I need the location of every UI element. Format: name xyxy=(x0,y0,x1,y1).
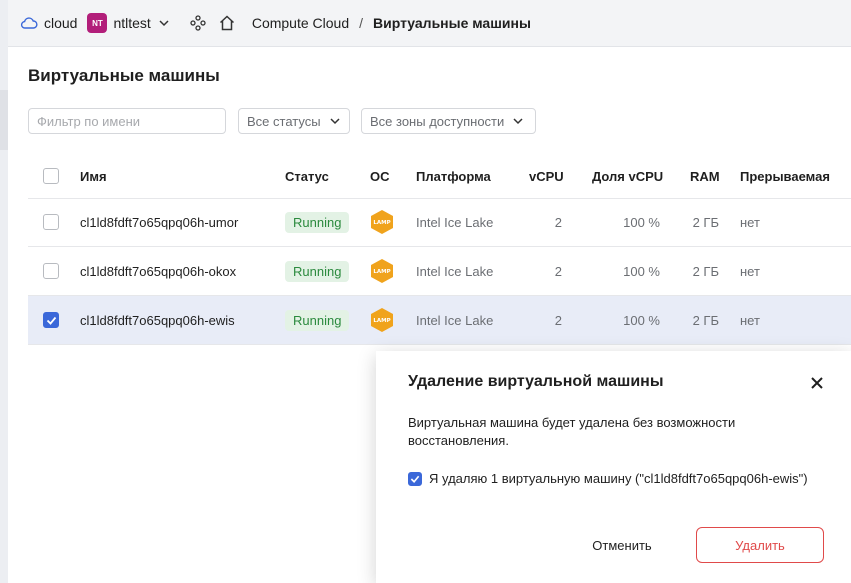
select-all-checkbox[interactable] xyxy=(43,168,59,184)
header-preemptible[interactable]: Прерываемая xyxy=(740,154,830,198)
preemptible: нет xyxy=(740,312,760,328)
header-status[interactable]: Статус xyxy=(285,154,329,198)
platform: Intel Ice Lake xyxy=(416,263,494,279)
delete-vm-dialog: Удаление виртуальной машины Виртуальная … xyxy=(376,351,851,583)
header-platform[interactable]: Платформа xyxy=(416,154,491,198)
zone-filter-select[interactable]: Все зоны доступности xyxy=(361,108,536,134)
lamp-os-label: LAMP xyxy=(373,220,390,226)
dialog-message: Виртуальная машина будет удалена без воз… xyxy=(408,415,736,448)
row-checkbox[interactable] xyxy=(43,263,59,279)
cloud-selector[interactable]: cloud xyxy=(44,15,77,31)
chevron-down-icon xyxy=(512,115,524,127)
preemptible: нет xyxy=(740,263,760,279)
dialog-title: Удаление виртуальной машины xyxy=(408,373,664,390)
page-title: Виртуальные машины xyxy=(28,66,220,85)
ram: 2 ГБ xyxy=(692,312,719,328)
name-filter-input[interactable] xyxy=(28,108,226,134)
status-filter-select[interactable]: Все статусы xyxy=(238,108,350,134)
vcpu: 2 xyxy=(554,214,562,230)
vcpu-share: 100 % xyxy=(623,214,660,230)
platform: Intel Ice Lake xyxy=(416,214,494,230)
lamp-os-icon: LAMP xyxy=(370,198,394,246)
vcpu-share: 100 % xyxy=(623,263,660,279)
preemptible: нет xyxy=(740,214,760,230)
table-row[interactable]: cl1ld8fdft7o65qpq06h-umor Running LAMP I… xyxy=(28,198,851,247)
confirm-checkbox[interactable] xyxy=(408,471,422,486)
chevron-down-icon[interactable] xyxy=(158,17,170,29)
row-checkbox[interactable] xyxy=(43,214,59,230)
folder-selector[interactable]: ntltest xyxy=(113,15,150,31)
confirm-checkbox-label[interactable]: Я удаляю 1 виртуальную машину ("cl1ld8fd… xyxy=(429,471,808,486)
close-icon[interactable] xyxy=(808,374,826,392)
lamp-os-icon: LAMP xyxy=(370,296,394,344)
breadcrumb-current: Виртуальные машины xyxy=(373,15,531,31)
status-badge: Running xyxy=(285,211,350,233)
ram: 2 ГБ xyxy=(692,263,719,279)
delete-button[interactable]: Удалить xyxy=(696,527,824,563)
chevron-down-icon xyxy=(329,115,341,127)
table-row-selected[interactable]: cl1ld8fdft7o65qpq06h-ewis Running LAMP I… xyxy=(28,296,851,345)
lamp-os-label: LAMP xyxy=(373,269,390,275)
status-badge: Running xyxy=(285,309,350,331)
header-name[interactable]: Имя xyxy=(80,154,107,198)
header-vcpu[interactable]: vCPU xyxy=(529,154,564,198)
table-header-row: Имя Статус ОС Платформа vCPU Доля vCPU R… xyxy=(28,154,851,199)
checkmark-icon xyxy=(410,475,420,483)
folder-avatar: NT xyxy=(87,13,108,33)
platform: Intel Ice Lake xyxy=(416,312,494,328)
top-bar: cloud NT ntltest Compute Cloud / Виртуал… xyxy=(8,0,851,47)
lamp-os-icon: LAMP xyxy=(370,247,394,295)
header-vcpu-share[interactable]: Доля vCPU xyxy=(592,154,663,198)
home-icon[interactable] xyxy=(218,14,236,32)
header-os[interactable]: ОС xyxy=(370,154,390,198)
status-filter-value: Все статусы xyxy=(247,113,321,129)
confirm-checkbox-row[interactable]: Я удаляю 1 виртуальную машину ("cl1ld8fd… xyxy=(408,471,808,486)
cancel-button[interactable]: Отменить xyxy=(576,527,668,563)
vcpu: 2 xyxy=(554,312,562,328)
vm-name[interactable]: cl1ld8fdft7o65qpq06h-ewis xyxy=(80,296,235,344)
ram: 2 ГБ xyxy=(692,214,719,230)
breadcrumb-separator: / xyxy=(359,15,363,31)
vcpu: 2 xyxy=(554,263,562,279)
row-checkbox-checked[interactable] xyxy=(43,312,59,328)
checkmark-icon xyxy=(46,316,56,325)
select-all-checkbox-cell[interactable] xyxy=(43,154,59,198)
left-edge-marker xyxy=(0,90,8,150)
zone-filter-value: Все зоны доступности xyxy=(370,113,505,129)
status-badge: Running xyxy=(285,260,350,282)
left-edge-panel xyxy=(0,0,8,583)
vm-name[interactable]: cl1ld8fdft7o65qpq06h-okox xyxy=(80,247,236,295)
cloud-icon xyxy=(20,16,38,30)
services-icon[interactable] xyxy=(190,15,206,31)
header-ram[interactable]: RAM xyxy=(690,154,720,198)
table-row[interactable]: cl1ld8fdft7o65qpq06h-okox Running LAMP I… xyxy=(28,247,851,296)
vcpu-share: 100 % xyxy=(623,312,660,328)
breadcrumb-compute-cloud[interactable]: Compute Cloud xyxy=(252,15,349,31)
vm-name[interactable]: cl1ld8fdft7o65qpq06h-umor xyxy=(80,198,238,246)
lamp-os-label: LAMP xyxy=(373,318,390,324)
